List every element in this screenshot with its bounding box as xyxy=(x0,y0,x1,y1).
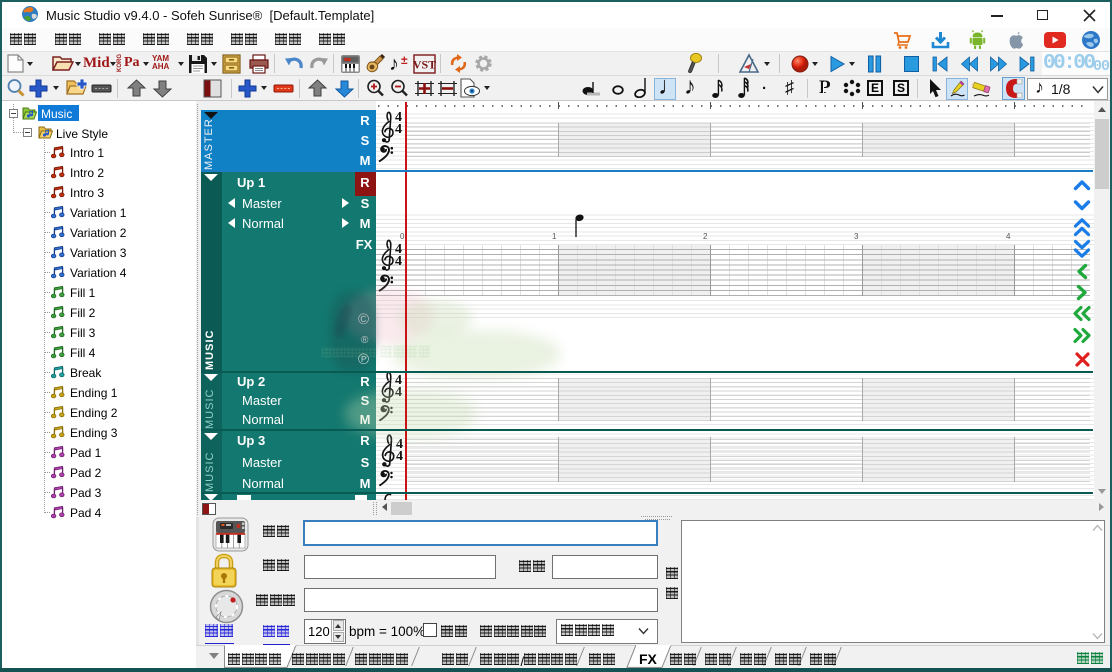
svg-text:VST: VST xyxy=(413,58,436,72)
